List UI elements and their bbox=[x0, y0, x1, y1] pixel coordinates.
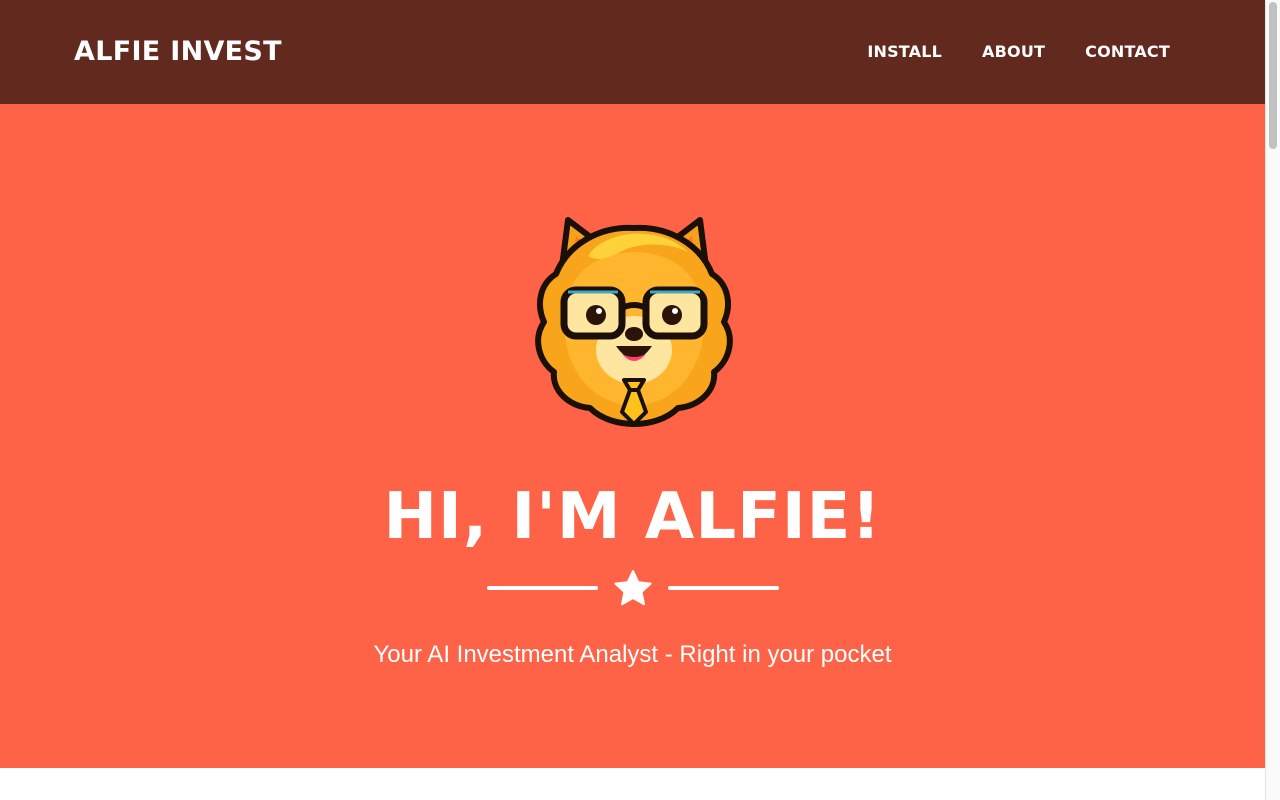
hero-subtitle: Your AI Investment Analyst - Right in yo… bbox=[373, 641, 892, 668]
star-divider bbox=[487, 570, 779, 606]
page: ALFIE INVEST INSTALL ABOUT CONTACT HI, I… bbox=[0, 0, 1265, 800]
brand-logo-link[interactable]: ALFIE INVEST bbox=[74, 33, 282, 71]
main-nav: INSTALL ABOUT CONTACT bbox=[867, 40, 1170, 64]
divider-line-right bbox=[668, 586, 779, 590]
navbar: ALFIE INVEST INSTALL ABOUT CONTACT bbox=[0, 0, 1265, 104]
hero-title: HI, I'M ALFIE! bbox=[383, 480, 882, 554]
page-scrollbar[interactable] bbox=[1265, 0, 1280, 800]
scrollbar-thumb[interactable] bbox=[1269, 2, 1277, 149]
divider-line-left bbox=[487, 586, 598, 590]
content-section-top bbox=[0, 768, 1265, 800]
nav-link-contact[interactable]: CONTACT bbox=[1085, 40, 1170, 64]
nav-link-about[interactable]: ABOUT bbox=[982, 40, 1045, 64]
dog-mascot-avatar-icon bbox=[535, 217, 733, 427]
star-icon bbox=[614, 570, 652, 606]
nav-link-install[interactable]: INSTALL bbox=[867, 40, 942, 64]
hero-section: HI, I'M ALFIE! Your AI Investment Analys… bbox=[0, 104, 1265, 768]
